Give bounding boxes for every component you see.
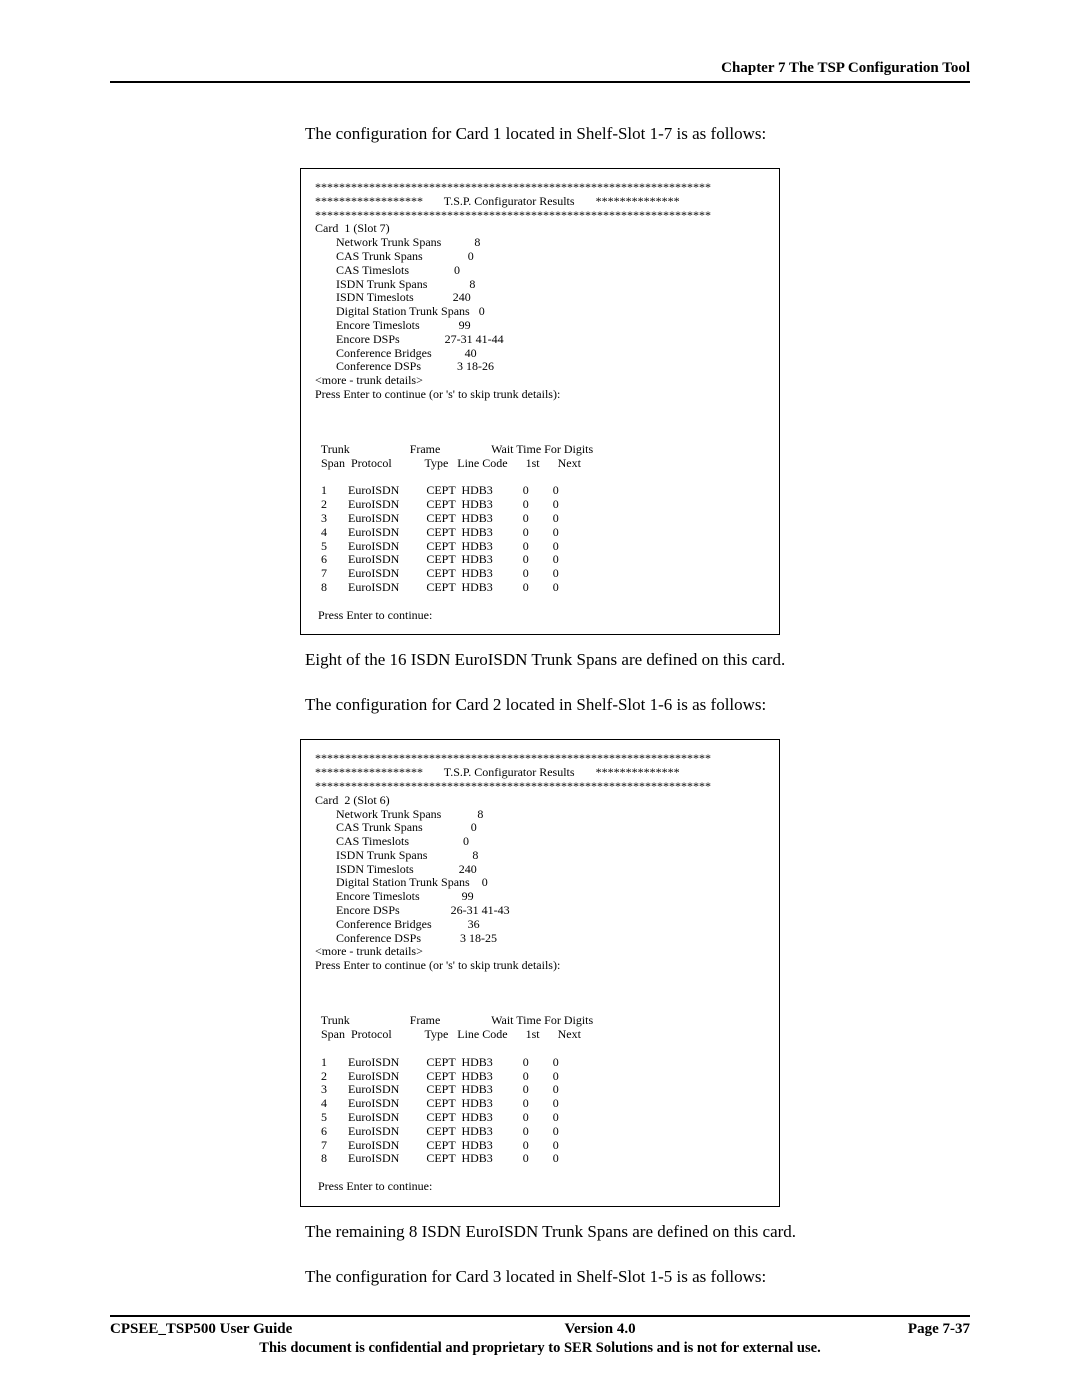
intro-paragraph-3: The configuration for Card 3 located in … — [305, 1266, 970, 1289]
terminal-output-card1: ****************************************… — [300, 168, 780, 636]
terminal-output-card2: ****************************************… — [300, 739, 780, 1207]
footer-page-number: Page 7-37 — [908, 1321, 970, 1338]
page-header: Chapter 7 The TSP Configuration Tool — [110, 60, 970, 83]
chapter-title: Chapter 7 The TSP Configuration Tool — [721, 60, 970, 76]
summary-paragraph-1: Eight of the 16 ISDN EuroISDN Trunk Span… — [305, 649, 970, 672]
footer-version: Version 4.0 — [565, 1321, 636, 1338]
footer-confidentiality-note: This document is confidential and propri… — [110, 1340, 970, 1357]
intro-paragraph-2: The configuration for Card 2 located in … — [305, 694, 970, 717]
summary-paragraph-2: The remaining 8 ISDN EuroISDN Trunk Span… — [305, 1221, 970, 1244]
page-footer: CPSEE_TSP500 User Guide Version 4.0 Page… — [110, 1315, 970, 1357]
intro-paragraph-1: The configuration for Card 1 located in … — [305, 123, 970, 146]
footer-doc-title: CPSEE_TSP500 User Guide — [110, 1321, 292, 1338]
